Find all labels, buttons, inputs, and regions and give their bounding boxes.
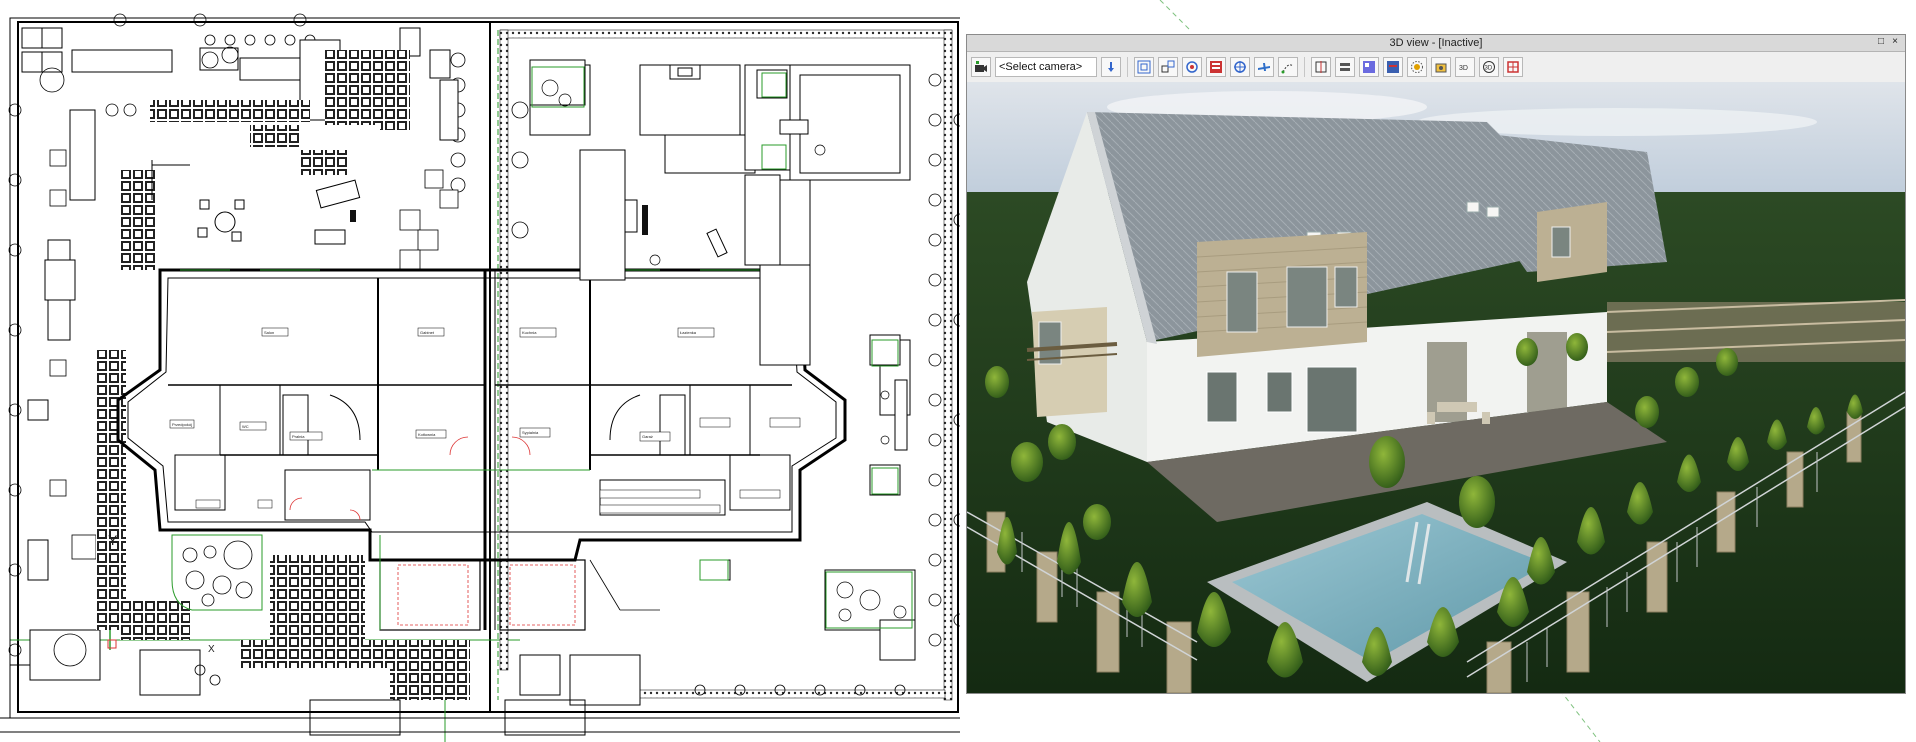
add-camera-icon[interactable] xyxy=(971,57,991,77)
window-title: 3D view - [Inactive] xyxy=(1389,37,1483,49)
camera-select[interactable]: <Select camera> xyxy=(995,57,1097,77)
orbit-icon[interactable] xyxy=(1182,57,1202,77)
path-icon[interactable] xyxy=(1278,57,1298,77)
section-icon[interactable] xyxy=(1311,57,1331,77)
walk-icon[interactable] xyxy=(1230,57,1250,77)
material-icon[interactable] xyxy=(1383,57,1403,77)
svg-text:3D: 3D xyxy=(1485,66,1493,72)
light-icon[interactable] xyxy=(1431,57,1451,77)
3d-view-window[interactable]: 3D view - [Inactive] □ × <Select camera> xyxy=(966,34,1906,694)
svg-text:3D: 3D xyxy=(1459,65,1468,72)
zoom-window-icon[interactable] xyxy=(1158,57,1178,77)
sun-icon[interactable] xyxy=(1407,57,1427,77)
3d-toolbar: <Select camera> 3D 3D xyxy=(967,52,1905,83)
toolbar-separator xyxy=(1304,57,1305,77)
3d-render-viewport[interactable] xyxy=(967,82,1905,693)
render-settings-icon[interactable] xyxy=(1206,57,1226,77)
close-button[interactable]: × xyxy=(1889,36,1901,48)
zoom-extents-icon[interactable] xyxy=(1134,57,1154,77)
export-icon[interactable] xyxy=(1503,57,1523,77)
wall-view-icon[interactable] xyxy=(1359,57,1379,77)
toolbar-separator xyxy=(1127,57,1128,77)
3d-view-titlebar[interactable]: 3D view - [Inactive] □ × xyxy=(967,35,1905,52)
3d-mode-icon[interactable]: 3D xyxy=(1455,57,1475,77)
camera-dropdown-icon[interactable] xyxy=(1101,57,1121,77)
fly-icon[interactable] xyxy=(1254,57,1274,77)
floor-icon[interactable] xyxy=(1335,57,1355,77)
3d-view-icon[interactable]: 3D xyxy=(1479,57,1499,77)
restore-button[interactable]: □ xyxy=(1875,36,1887,48)
camera-select-value: <Select camera> xyxy=(999,61,1083,73)
